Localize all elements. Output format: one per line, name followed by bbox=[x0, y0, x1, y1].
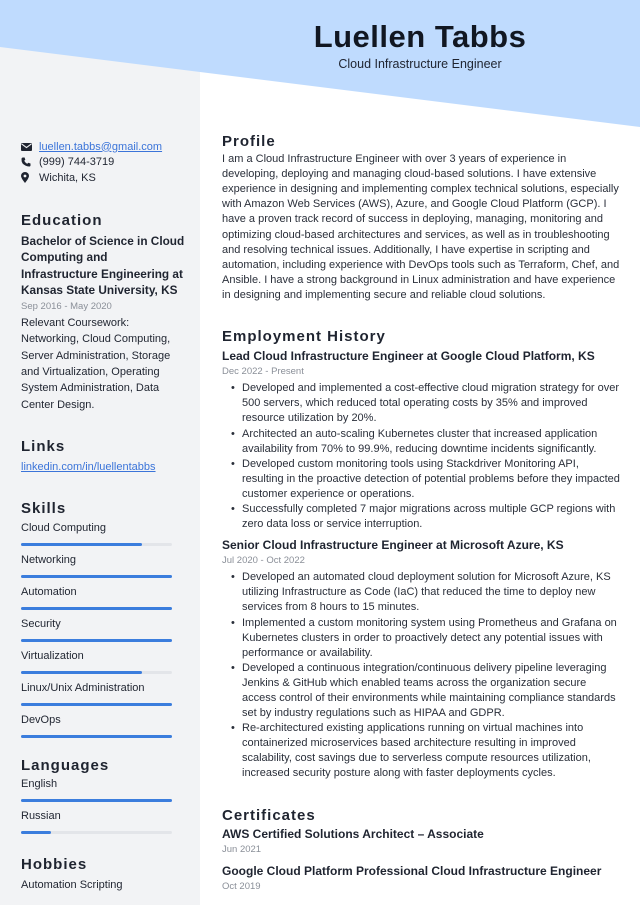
certificate-title: Google Cloud Platform Professional Cloud… bbox=[222, 863, 602, 878]
education-details: Relevant Coursework: Networking, Cloud C… bbox=[21, 317, 171, 411]
skills-list: Cloud Computing Networking Automation Secur… bbox=[21, 520, 186, 738]
profile-heading: Profile bbox=[222, 133, 276, 150]
skill-item: Automation bbox=[21, 584, 186, 610]
links-section: Links linkedin.com/in/luellentabbs bbox=[21, 437, 186, 476]
languages-section: Languages English Russian bbox=[21, 756, 186, 835]
contact-phone: (999) 744-3719 bbox=[21, 155, 186, 171]
hobby-item: Automation Scripting bbox=[21, 879, 123, 892]
certificate-entry: AWS Certified Solutions Architect – Asso… bbox=[222, 826, 622, 857]
skill-item: Cloud Computing bbox=[21, 520, 186, 546]
contact-email: luellen.tabbs@gmail.com bbox=[21, 139, 186, 155]
envelope-icon bbox=[21, 142, 35, 151]
contact-section: luellen.tabbs@gmail.com (999) 744-3719 W… bbox=[21, 139, 186, 186]
job-bullet: Architected an auto-scaling Kubernetes c… bbox=[231, 427, 622, 457]
skill-label: Linux/Unix Administration bbox=[21, 681, 145, 694]
certificates-section: Certificates AWS Certified Solutions Arc… bbox=[222, 806, 622, 894]
level-bar-track bbox=[21, 734, 172, 738]
sidebar: luellen.tabbs@gmail.com (999) 744-3719 W… bbox=[21, 139, 186, 894]
hobbies-section: Hobbies Automation Scripting bbox=[21, 856, 186, 894]
certificate-title: AWS Certified Solutions Architect – Asso… bbox=[222, 826, 484, 841]
map-pin-icon bbox=[21, 172, 35, 184]
education-section: Education Bachelor of Science in Cloud C… bbox=[21, 211, 186, 413]
language-item: Russian bbox=[21, 808, 186, 835]
language-label: Russian bbox=[21, 810, 61, 823]
location: Wichita, KS bbox=[39, 171, 96, 184]
skill-label: Security bbox=[21, 617, 61, 630]
job-title: Cloud Infrastructure Engineer bbox=[338, 57, 502, 71]
level-bar-track bbox=[21, 638, 172, 642]
employment-section: Employment History Lead Cloud Infrastruc… bbox=[222, 329, 622, 782]
job-dates: Jul 2020 - Oct 2022 bbox=[222, 555, 305, 567]
level-bar-track bbox=[21, 670, 172, 674]
job-bullet: Developed an automated cloud deployment … bbox=[231, 570, 622, 615]
level-bar-fill bbox=[21, 831, 52, 835]
language-item: English bbox=[21, 776, 186, 803]
languages-heading: Languages bbox=[21, 756, 110, 774]
education-dates: Sep 2016 - May 2020 bbox=[21, 300, 112, 312]
email-link[interactable]: luellen.tabbs@gmail.com bbox=[39, 139, 162, 155]
candidate-name: Luellen Tabbs bbox=[313, 19, 527, 54]
skill-label: Automation bbox=[21, 585, 77, 598]
degree: Bachelor of Science in Cloud Computing a… bbox=[21, 233, 185, 298]
employment-heading: Employment History bbox=[222, 328, 386, 346]
job-title: Lead Cloud Infrastructure Engineer at Go… bbox=[222, 349, 595, 364]
certificates-heading: Certificates bbox=[222, 806, 316, 824]
skill-item: Security bbox=[21, 616, 186, 642]
certificate-entry: Google Cloud Platform Professional Cloud… bbox=[222, 863, 622, 894]
job-entry: Senior Cloud Infrastructure Engineer at … bbox=[222, 537, 622, 781]
job-bullet: Implemented a custom monitoring system u… bbox=[231, 616, 622, 661]
level-bar-track bbox=[21, 606, 172, 610]
skill-label: Cloud Computing bbox=[21, 521, 106, 534]
certificate-date: Jun 2021 bbox=[222, 843, 262, 855]
skill-item: Linux/Unix Administration bbox=[21, 680, 186, 706]
skills-section: Skills Cloud Computing Networking Automati… bbox=[21, 500, 186, 738]
profile-section: Profile I am a Cloud Infrastructure Engi… bbox=[222, 134, 622, 303]
job-entry: Lead Cloud Infrastructure Engineer at Go… bbox=[222, 348, 622, 532]
phone-icon bbox=[21, 157, 35, 167]
skills-heading: Skills bbox=[21, 500, 67, 518]
hobbies-heading: Hobbies bbox=[21, 856, 88, 874]
language-label: English bbox=[21, 778, 58, 791]
level-bar-fill bbox=[21, 670, 142, 674]
jobs-list: Lead Cloud Infrastructure Engineer at Go… bbox=[222, 348, 622, 781]
level-bar-track bbox=[21, 574, 172, 578]
level-bar-fill bbox=[21, 574, 172, 578]
level-bar-fill bbox=[21, 799, 172, 803]
job-bullet: Successfully completed 7 major migration… bbox=[231, 502, 622, 532]
skill-label: Virtualization bbox=[21, 649, 84, 662]
job-bullets: Developed an automated cloud deployment … bbox=[231, 570, 622, 781]
skill-label: Networking bbox=[21, 553, 77, 566]
certificates-list: AWS Certified Solutions Architect – Asso… bbox=[222, 826, 622, 894]
header: Luellen Tabbs Cloud Infrastructure Engin… bbox=[300, 18, 540, 71]
level-bar-fill bbox=[21, 702, 172, 706]
level-bar-track bbox=[21, 542, 172, 546]
main-content: Profile I am a Cloud Infrastructure Engi… bbox=[222, 134, 622, 894]
level-bar-fill bbox=[21, 542, 142, 546]
phone-number: (999) 744-3719 bbox=[39, 156, 115, 169]
job-dates: Dec 2022 - Present bbox=[222, 366, 304, 378]
skill-item: Virtualization bbox=[21, 648, 186, 674]
certificate-date: Oct 2019 bbox=[222, 880, 261, 892]
level-bar-fill bbox=[21, 638, 172, 642]
languages-list: English Russian bbox=[21, 776, 186, 835]
job-bullet: Developed a continuous integration/conti… bbox=[231, 661, 622, 721]
skill-label: DevOps bbox=[21, 713, 61, 726]
skill-item: Networking bbox=[21, 552, 186, 578]
education-heading: Education bbox=[21, 211, 103, 229]
job-bullet: Developed custom monitoring tools using … bbox=[231, 457, 622, 502]
profile-text: I am a Cloud Infrastructure Engineer wit… bbox=[222, 153, 620, 301]
skill-item: DevOps bbox=[21, 712, 186, 738]
level-bar-track bbox=[21, 799, 172, 803]
level-bar-track bbox=[21, 702, 172, 706]
job-bullets: Developed and implemented a cost-effecti… bbox=[231, 381, 622, 532]
linkedin-link[interactable]: linkedin.com/in/luellentabbs bbox=[21, 461, 156, 473]
level-bar-fill bbox=[21, 606, 172, 610]
contact-location: Wichita, KS bbox=[21, 170, 186, 186]
level-bar-track bbox=[21, 831, 172, 835]
links-heading: Links bbox=[21, 437, 66, 455]
job-bullet: Re-architectured existing applications r… bbox=[231, 721, 622, 781]
job-bullet: Developed and implemented a cost-effecti… bbox=[231, 381, 622, 426]
level-bar-fill bbox=[21, 734, 172, 738]
job-title: Senior Cloud Infrastructure Engineer at … bbox=[222, 538, 564, 553]
